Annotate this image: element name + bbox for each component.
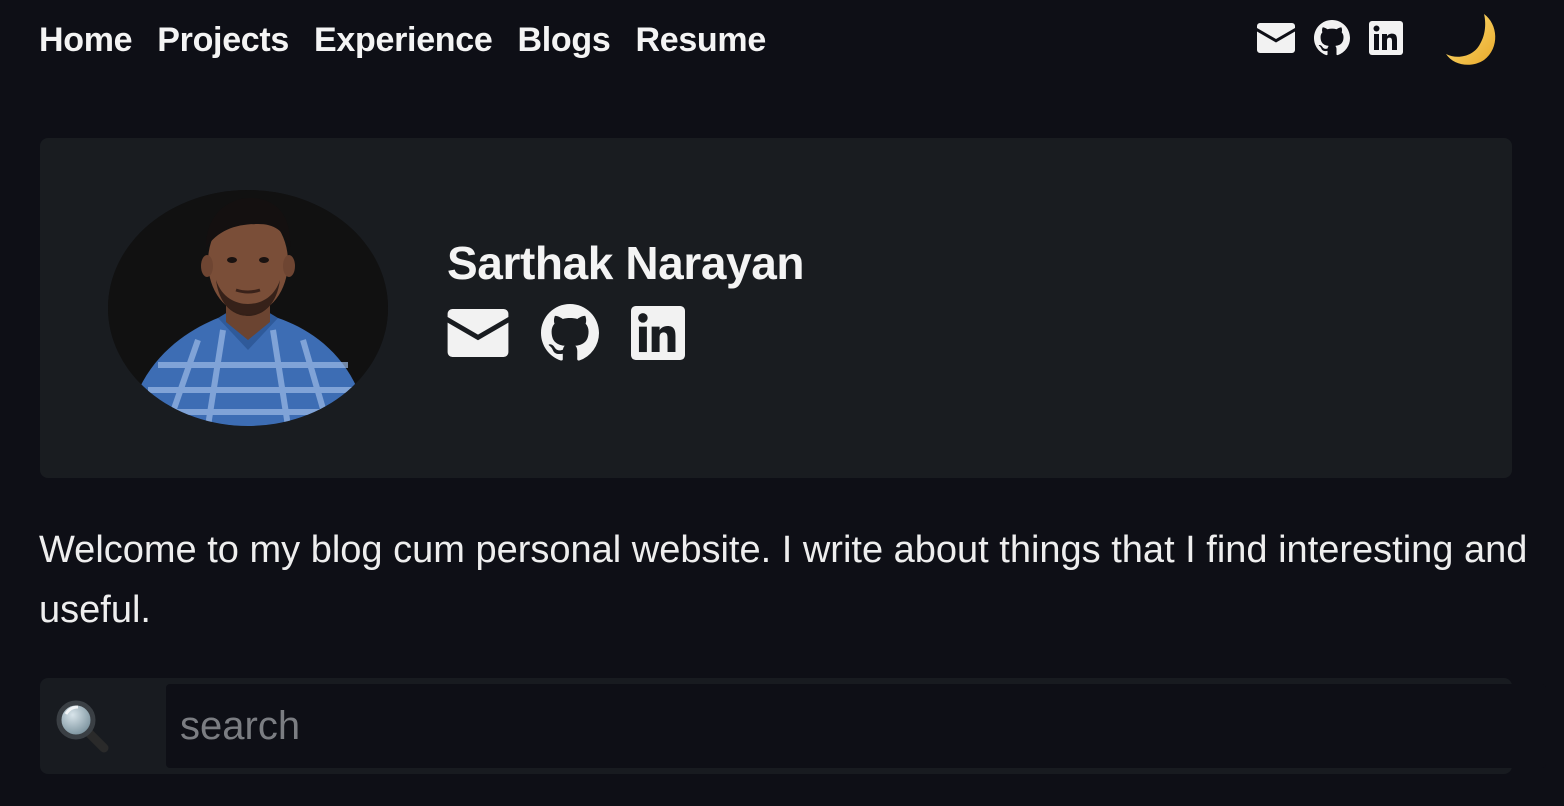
magnifying-glass-icon bbox=[52, 696, 112, 756]
mail-icon[interactable] bbox=[1256, 18, 1296, 58]
search-bar bbox=[40, 678, 1546, 774]
github-icon[interactable] bbox=[541, 304, 599, 362]
linkedin-icon[interactable] bbox=[1366, 18, 1406, 58]
profile-card: Sarthak Narayan bbox=[40, 138, 1512, 478]
profile-name: Sarthak Narayan bbox=[447, 237, 805, 289]
nav-link-projects[interactable]: Projects bbox=[157, 18, 289, 62]
intro-text: Welcome to my blog cum personal website.… bbox=[39, 529, 1528, 631]
mail-icon[interactable] bbox=[447, 309, 509, 357]
profile-social-icons bbox=[447, 304, 685, 362]
nav-link-blogs[interactable]: Blogs bbox=[518, 18, 611, 62]
top-navigation: Home Projects Experience Blogs Resume bbox=[0, 0, 1564, 80]
linkedin-icon[interactable] bbox=[631, 306, 685, 360]
nav-social-icons bbox=[1256, 18, 1406, 58]
github-icon[interactable] bbox=[1312, 18, 1352, 58]
nav-link-home[interactable]: Home bbox=[39, 18, 133, 62]
nav-link-experience[interactable]: Experience bbox=[314, 18, 493, 62]
nav-links: Home Projects Experience Blogs Resume bbox=[39, 18, 766, 62]
search-input[interactable] bbox=[166, 684, 1546, 768]
crescent-moon-icon[interactable] bbox=[1440, 8, 1502, 70]
avatar bbox=[108, 190, 388, 426]
nav-link-resume[interactable]: Resume bbox=[635, 18, 766, 62]
